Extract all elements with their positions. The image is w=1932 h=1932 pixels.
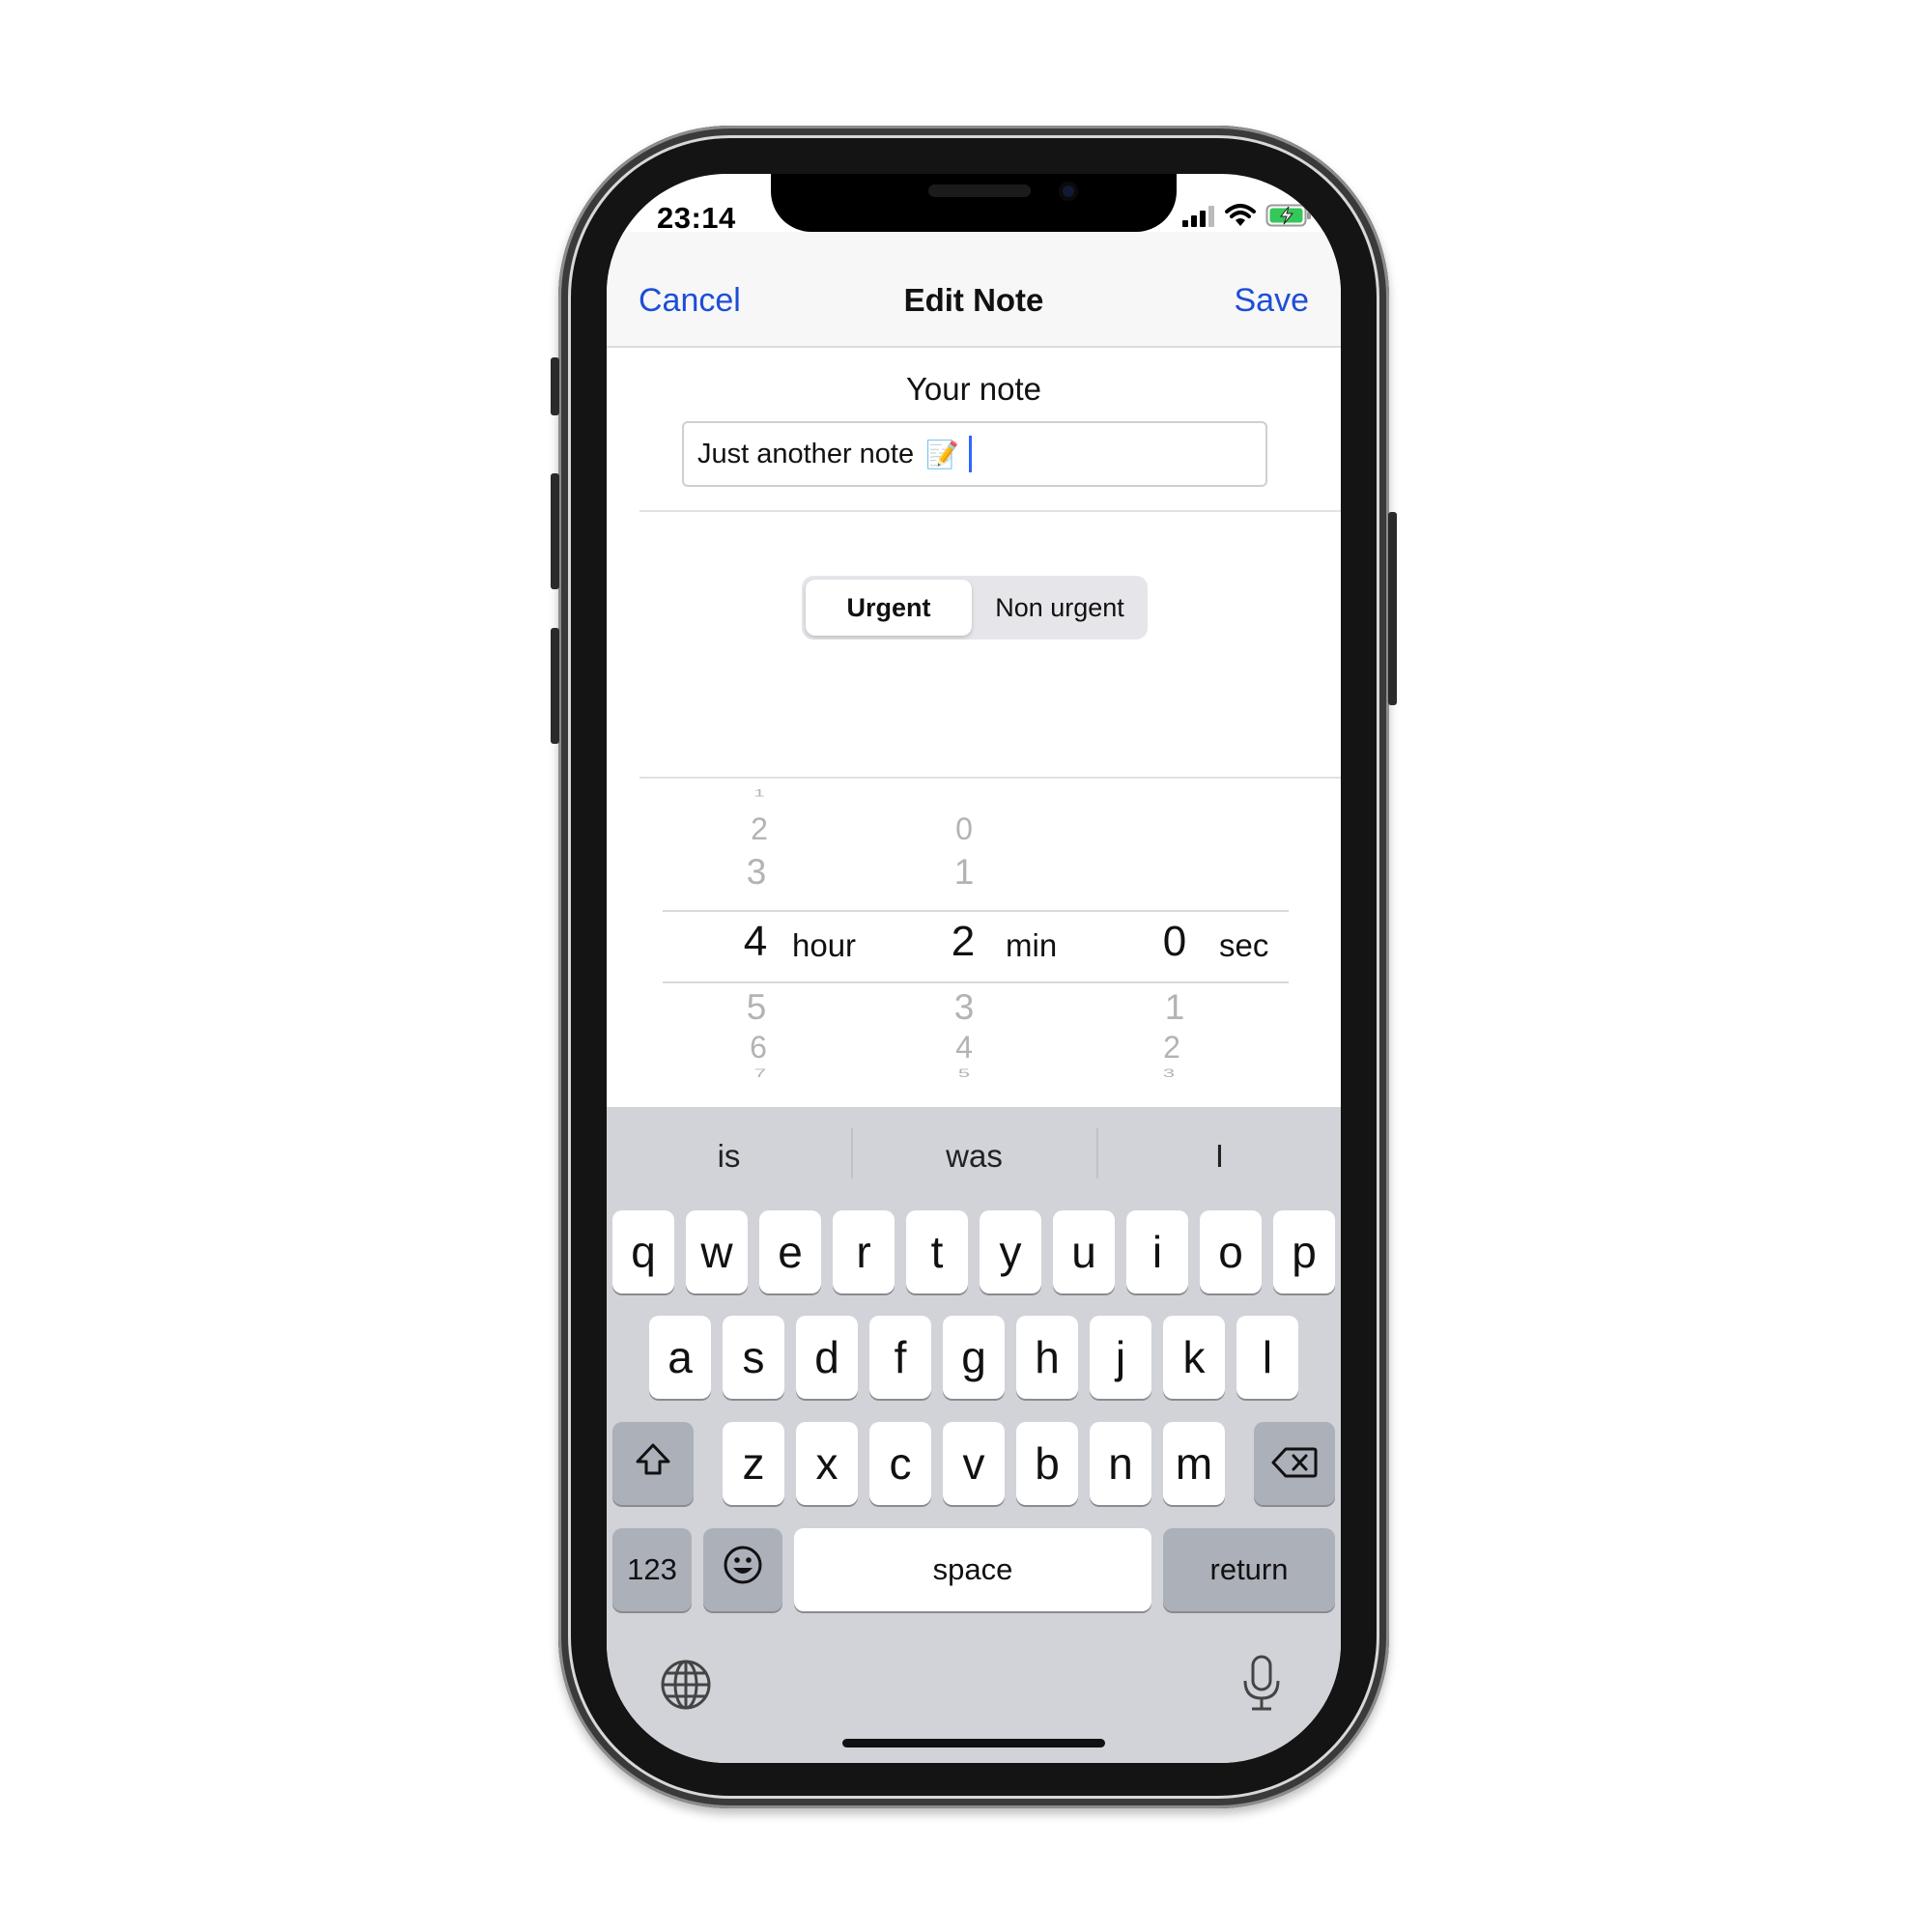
picker-hour-option[interactable]: 6 (729, 1030, 787, 1065)
emoji-key[interactable] (703, 1528, 782, 1611)
picker-hour-selected[interactable]: 4 (726, 918, 784, 966)
picker-second-selected[interactable]: 0 (1146, 918, 1204, 966)
keyboard: is was I q w e r t y u i o p a s d f g h… (607, 1107, 1341, 1763)
speaker (928, 185, 1031, 197)
key-n[interactable]: n (1090, 1422, 1151, 1505)
key-k[interactable]: k (1163, 1316, 1225, 1399)
note-input[interactable]: Just another note 📝 (682, 421, 1267, 487)
picker-minute-selected[interactable]: 2 (934, 918, 992, 966)
wifi-icon (1225, 204, 1256, 232)
key-b[interactable]: b (1016, 1422, 1078, 1505)
key-f[interactable]: f (869, 1316, 931, 1399)
key-x[interactable]: x (796, 1422, 858, 1505)
picker-hour-option[interactable]: 2 (730, 811, 788, 847)
picker-hour-option[interactable]: 5 (727, 987, 785, 1028)
key-y[interactable]: y (980, 1210, 1041, 1293)
picker-second-option[interactable]: 1 (1146, 987, 1204, 1028)
key-j[interactable]: j (1090, 1316, 1151, 1399)
key-a[interactable]: a (649, 1316, 711, 1399)
key-l[interactable]: l (1236, 1316, 1298, 1399)
segment-non-urgent[interactable]: Non urgent (976, 580, 1144, 636)
key-w[interactable]: w (686, 1210, 748, 1293)
picker-minute-option[interactable]: 0 (935, 811, 993, 847)
microphone-icon[interactable] (1240, 1654, 1283, 1719)
picker-second-unit: sec (1219, 927, 1269, 963)
key-r[interactable]: r (833, 1210, 895, 1293)
volume-down-button (551, 628, 559, 744)
space-key[interactable]: space (794, 1528, 1151, 1611)
memo-emoji: 📝 (925, 439, 959, 469)
shift-key[interactable] (612, 1422, 694, 1505)
picker-minute-option[interactable]: 1 (935, 852, 993, 893)
picker-minute-option[interactable]: 4 (935, 1030, 993, 1065)
predictive-bar: is was I (607, 1107, 1341, 1206)
key-v[interactable]: v (943, 1422, 1005, 1505)
picker-minute-option[interactable]: 3 (935, 987, 993, 1028)
picker-second-option[interactable]: 3 (1140, 1066, 1198, 1080)
key-g[interactable]: g (943, 1316, 1005, 1399)
key-c[interactable]: c (869, 1422, 931, 1505)
backspace-key[interactable] (1254, 1422, 1335, 1505)
text-caret (968, 436, 972, 472)
battery-charging-icon (1265, 204, 1312, 232)
divider (639, 777, 1341, 779)
divider (639, 510, 1341, 512)
front-camera (1059, 182, 1078, 201)
key-e[interactable]: e (759, 1210, 821, 1293)
picker-hour-option[interactable]: 7 (731, 1066, 789, 1080)
suggestion-was[interactable]: was (852, 1107, 1096, 1206)
return-key[interactable]: return (1163, 1528, 1335, 1611)
note-input-text: Just another note (697, 438, 915, 469)
screen: 23:14 Cancel Edit Note Save Your note Ju… (607, 174, 1341, 1763)
edit-note-form: Your note Just another note 📝 Urgent Non… (607, 348, 1341, 1113)
home-indicator[interactable] (842, 1739, 1105, 1747)
key-p[interactable]: p (1273, 1210, 1335, 1293)
backspace-icon (1271, 1437, 1318, 1490)
save-button[interactable]: Save (1235, 282, 1310, 320)
picker-hour-option[interactable]: 3 (727, 852, 785, 893)
priority-segmented-control: Urgent Non urgent (802, 576, 1148, 639)
power-button (1388, 512, 1397, 705)
picker-hour-option[interactable]: 1 (730, 787, 788, 800)
globe-icon[interactable] (659, 1658, 713, 1717)
volume-up-button (551, 473, 559, 589)
status-time: 23:14 (657, 201, 736, 235)
status-icons (1182, 204, 1312, 232)
segment-urgent[interactable]: Urgent (806, 580, 972, 636)
duration-picker[interactable]: 1 2 3 4 hour 5 6 7 0 1 2 min 3 4 5 0 sec… (638, 781, 1341, 1111)
key-q[interactable]: q (612, 1210, 674, 1293)
mute-switch (551, 357, 559, 415)
key-i[interactable]: i (1126, 1210, 1188, 1293)
key-d[interactable]: d (796, 1316, 858, 1399)
key-h[interactable]: h (1016, 1316, 1078, 1399)
picker-minute-option[interactable]: 5 (935, 1066, 993, 1080)
signal-icon (1182, 206, 1215, 232)
picker-minute-unit: min (1006, 927, 1058, 963)
navigation-bar: Cancel Edit Note Save (607, 232, 1341, 348)
note-label: Your note (905, 371, 1042, 407)
shift-icon (634, 1437, 672, 1490)
key-o[interactable]: o (1200, 1210, 1262, 1293)
suggestion-is[interactable]: is (607, 1107, 851, 1206)
page-title: Edit Note (903, 282, 1044, 318)
picker-hour-unit: hour (792, 927, 857, 963)
key-u[interactable]: u (1053, 1210, 1115, 1293)
key-m[interactable]: m (1163, 1422, 1225, 1505)
notch (771, 174, 1177, 232)
key-s[interactable]: s (723, 1316, 784, 1399)
emoji-icon (723, 1544, 763, 1596)
key-t[interactable]: t (906, 1210, 968, 1293)
key-z[interactable]: z (723, 1422, 784, 1505)
suggestion-i[interactable]: I (1097, 1107, 1341, 1206)
picker-second-option[interactable]: 2 (1143, 1030, 1201, 1065)
numbers-key[interactable]: 123 (612, 1528, 692, 1611)
